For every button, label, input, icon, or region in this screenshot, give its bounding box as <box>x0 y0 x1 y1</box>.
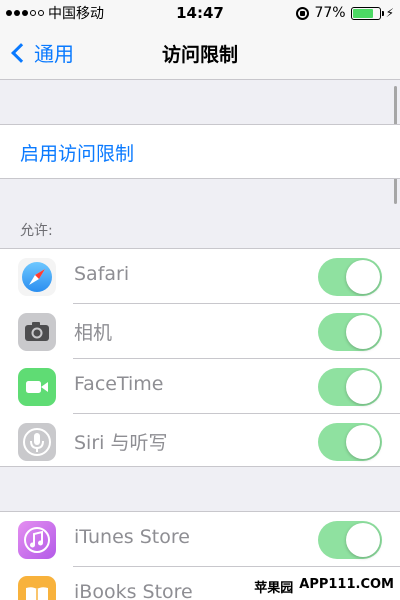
status-left: 中国移动 <box>6 3 104 23</box>
charging-icon: ⚡ <box>385 6 394 20</box>
navigation-bar: 通用 访问限制 <box>0 26 400 80</box>
safari-toggle[interactable] <box>318 258 382 296</box>
row-label: Safari <box>74 263 130 285</box>
camera-toggle[interactable] <box>318 313 382 351</box>
status-right: 77% ⚡ <box>296 5 394 21</box>
watermark-site: APP111.COM <box>299 577 394 592</box>
battery-percent: 77% <box>314 5 346 21</box>
list-item-facetime: FaceTime <box>0 359 400 414</box>
list-item-camera: 相机 <box>0 304 400 359</box>
siri-toggle[interactable] <box>318 423 382 461</box>
facetime-toggle[interactable] <box>318 368 382 406</box>
row-label: Siri 与听写 <box>74 432 168 454</box>
row-label: iTunes Store <box>74 526 190 548</box>
carrier-name: 中国移动 <box>48 6 104 22</box>
toggle-knob <box>346 260 380 294</box>
enable-restrictions-button[interactable]: 启用访问限制 <box>20 139 134 166</box>
toggle-knob <box>346 370 380 404</box>
watermark-brand: 苹果园 <box>254 581 294 596</box>
signal-strength-icon <box>6 10 44 16</box>
toggle-knob <box>346 315 380 349</box>
row-label: FaceTime <box>74 373 164 395</box>
status-bar: 中国移动 14:47 77% ⚡ <box>0 0 400 26</box>
back-button[interactable]: 通用 <box>8 38 74 67</box>
toggle-knob <box>346 523 380 557</box>
itunes-store-toggle[interactable] <box>318 521 382 559</box>
facetime-icon <box>18 368 56 406</box>
itunes-icon <box>18 521 56 559</box>
siri-icon <box>18 423 56 461</box>
row-label: 相机 <box>74 322 113 344</box>
chevron-left-icon <box>11 42 31 63</box>
enable-restrictions-cell[interactable]: 启用访问限制 <box>0 124 400 179</box>
allow-group: Safari 相机 FaceTime Siri 与听写 <box>0 248 400 467</box>
ibooks-icon <box>18 576 56 600</box>
watermark: 苹果园 APP111.COM <box>248 573 400 600</box>
list-item-safari: Safari <box>0 249 400 304</box>
camera-icon <box>18 313 56 351</box>
toggle-knob <box>346 425 380 459</box>
allow-section-header: 允许: <box>20 223 53 239</box>
rotation-lock-icon <box>296 6 310 20</box>
back-label: 通用 <box>34 42 74 66</box>
list-item-siri: Siri 与听写 <box>0 414 400 469</box>
list-item-itunes-store: iTunes Store <box>0 512 400 567</box>
safari-icon <box>18 258 56 296</box>
row-label: iBooks Store <box>74 581 193 600</box>
battery-icon <box>350 6 384 20</box>
